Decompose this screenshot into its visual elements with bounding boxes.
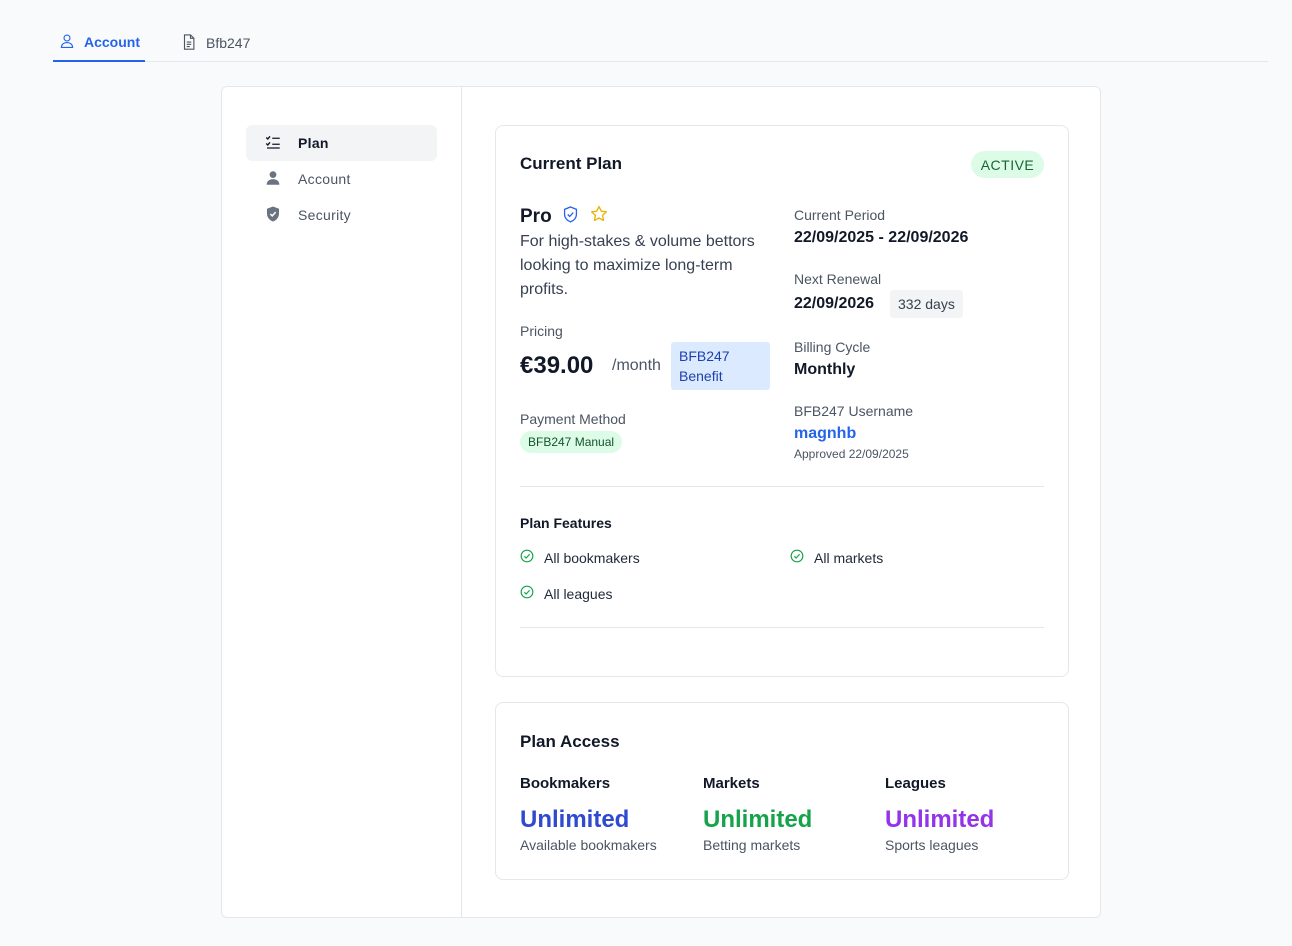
current-plan-title: Current Plan bbox=[520, 154, 623, 173]
tab-account[interactable]: Account bbox=[53, 24, 145, 62]
sidebar-item-plan-label: Plan bbox=[298, 135, 329, 151]
payment-method-label: Payment Method bbox=[520, 411, 626, 427]
access-leagues-value: Unlimited bbox=[885, 806, 995, 833]
plan-access-title: Plan Access bbox=[520, 732, 620, 751]
billing-cycle-value: Monthly bbox=[794, 361, 856, 378]
price-value: €39.00 bbox=[520, 352, 594, 379]
plan-name-row: Pro bbox=[520, 204, 609, 229]
current-plan-card: Current Plan ACTIVE Pro For high-stakes … bbox=[495, 125, 1069, 677]
access-leagues-sub: Sports leagues bbox=[885, 837, 979, 853]
username-link[interactable]: magnhb bbox=[794, 425, 856, 443]
top-tabs: Account Bfb247 bbox=[53, 24, 1268, 62]
access-leagues-label: Leagues bbox=[885, 775, 946, 792]
username-label: BFB247 Username bbox=[794, 403, 914, 419]
approved-date: Approved 22/09/2025 bbox=[794, 447, 909, 461]
plan-description: For high-stakes & volume bettors looking… bbox=[520, 233, 755, 298]
feature-item: All markets bbox=[790, 549, 883, 566]
check-circle-icon bbox=[790, 549, 804, 566]
feature-label: All bookmakers bbox=[544, 549, 640, 566]
feature-label: All leagues bbox=[544, 585, 613, 602]
plan-features-title: Plan Features bbox=[520, 515, 612, 531]
feature-item: All leagues bbox=[520, 585, 613, 602]
divider bbox=[520, 486, 1044, 487]
feature-label: All markets bbox=[814, 549, 884, 566]
next-renewal-value: 22/09/2026 bbox=[794, 295, 875, 312]
current-period-value: 22/09/2025 - 22/09/2026 bbox=[794, 229, 969, 246]
pricing-label: Pricing bbox=[520, 323, 563, 339]
shield-icon bbox=[264, 205, 282, 226]
plan-name: Pro bbox=[520, 205, 552, 227]
tab-bfb247[interactable]: Bfb247 bbox=[175, 24, 255, 62]
verified-shield-icon bbox=[561, 205, 580, 229]
billing-cycle-label: Billing Cycle bbox=[794, 339, 871, 355]
access-markets-sub: Betting markets bbox=[703, 837, 801, 853]
person-icon bbox=[264, 169, 282, 190]
payment-method-badge: BFB247 Manual bbox=[520, 431, 623, 453]
sidebar-item-security-label: Security bbox=[298, 207, 351, 223]
current-period-label: Current Period bbox=[794, 207, 886, 223]
document-icon bbox=[180, 33, 198, 54]
access-markets-label: Markets bbox=[703, 775, 760, 792]
sidebar-item-plan[interactable]: Plan bbox=[246, 125, 437, 161]
access-bookmakers-label: Bookmakers bbox=[520, 775, 611, 792]
tab-bfb247-label: Bfb247 bbox=[206, 35, 251, 51]
sidebar: Plan Account Security bbox=[222, 87, 462, 917]
status-badge: ACTIVE bbox=[971, 151, 1044, 178]
settings-panel: Plan Account Security Current Plan ACTIV… bbox=[221, 86, 1101, 918]
sidebar-item-account-label: Account bbox=[298, 171, 351, 187]
check-circle-icon bbox=[520, 585, 534, 602]
checklist-icon bbox=[264, 133, 282, 154]
next-renewal-label: Next Renewal bbox=[794, 271, 882, 287]
access-markets-value: Unlimited bbox=[703, 806, 813, 833]
benefit-tag: BFB247 Benefit bbox=[671, 342, 770, 390]
star-icon bbox=[589, 204, 609, 229]
sidebar-item-account[interactable]: Account bbox=[246, 161, 437, 197]
divider bbox=[520, 627, 1044, 628]
access-bookmakers-value: Unlimited bbox=[520, 806, 630, 833]
feature-item: All bookmakers bbox=[520, 549, 640, 566]
plan-access-card: Plan Access Bookmakers Unlimited Availab… bbox=[495, 702, 1069, 880]
days-left-badge: 332 days bbox=[890, 290, 963, 318]
check-circle-icon bbox=[520, 549, 534, 566]
user-icon bbox=[58, 32, 76, 53]
access-bookmakers-sub: Available bookmakers bbox=[520, 837, 657, 853]
tab-account-label: Account bbox=[84, 34, 140, 50]
sidebar-item-security[interactable]: Security bbox=[246, 197, 437, 233]
price-period: /month bbox=[612, 357, 661, 374]
